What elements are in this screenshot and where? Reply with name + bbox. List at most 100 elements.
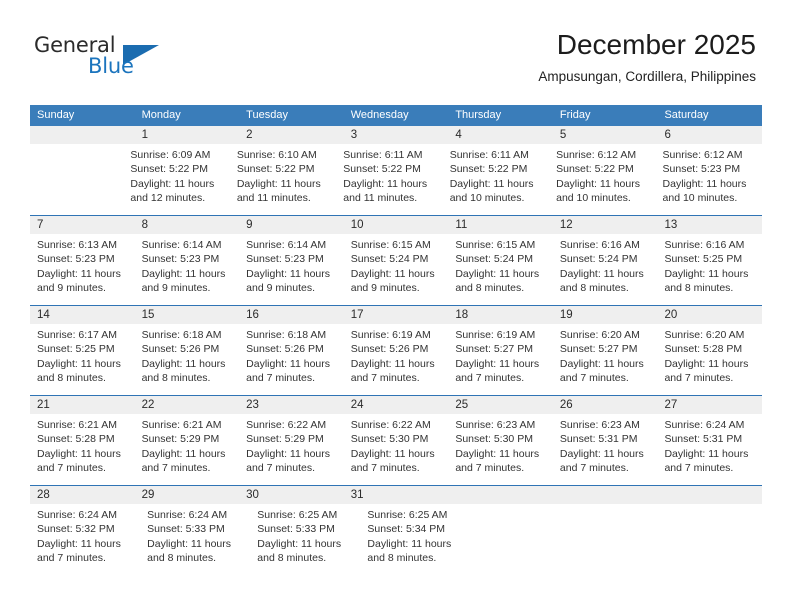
general-blue-logo[interactable]: General Blue: [34, 33, 164, 83]
day-number-20[interactable]: 20: [657, 306, 762, 324]
day-number-14[interactable]: 14: [30, 306, 135, 324]
day-detail-line: Daylight: 11 hours: [350, 357, 435, 370]
day-detail-line: Sunrise: 6:14 AM: [141, 239, 222, 251]
day-cell-9[interactable]: Sunrise: 6:14 AM Sunset: 5:23 PM Daylight:…: [239, 234, 344, 305]
day-cell-22[interactable]: Sunrise: 6:21 AM Sunset: 5:29 PM Daylight:…: [135, 414, 240, 485]
day-detail-line: Sunset: 5:28 PM: [37, 433, 115, 446]
day-cell-17[interactable]: Sunrise: 6:19 AM Sunset: 5:26 PM Daylight:…: [344, 324, 449, 395]
day-detail-line: Daylight: 11 hours: [246, 267, 331, 280]
day-number-12[interactable]: 12: [553, 216, 658, 234]
day-cell-5[interactable]: Sunrise: 6:12 AM Sunset: 5:22 PM Daylight:…: [549, 144, 655, 215]
day-cell-2[interactable]: Sunrise: 6:10 AM Sunset: 5:22 PM Daylight:…: [230, 144, 336, 215]
day-number-26[interactable]: 26: [553, 396, 658, 414]
day-number-30[interactable]: 30: [239, 486, 344, 504]
day-detail-line: Sunrise: 6:18 AM: [141, 329, 222, 341]
day-detail-line: Sunset: 5:29 PM: [141, 433, 220, 446]
page-title: December 2025: [556, 29, 756, 60]
day-number-11[interactable]: 11: [448, 216, 553, 234]
day-detail-line: Daylight: 11 hours: [350, 267, 435, 280]
day-detail-line: and 7 minutes.: [455, 461, 525, 474]
day-detail-line: Daylight: 11 hours: [559, 447, 644, 460]
day-cell-8[interactable]: Sunrise: 6:14 AM Sunset: 5:23 PM Daylight:…: [135, 234, 240, 305]
day-detail-line: Sunset: 5:33 PM: [257, 523, 335, 536]
day-number-8[interactable]: 8: [135, 216, 240, 234]
day-number-2[interactable]: 2: [239, 126, 344, 144]
day-detail-line: and 7 minutes.: [664, 461, 734, 474]
day-number-29[interactable]: 29: [135, 486, 240, 504]
day-number-31[interactable]: 31: [344, 486, 449, 504]
day-cell-28[interactable]: Sunrise: 6:24 AM Sunset: 5:32 PM Daylight:…: [30, 504, 140, 575]
day-detail-line: Sunrise: 6:17 AM: [37, 329, 117, 341]
day-detail-line: Sunset: 5:23 PM: [37, 253, 115, 266]
day-cell-26[interactable]: Sunrise: 6:23 AM Sunset: 5:31 PM Daylight:…: [553, 414, 658, 485]
day-number-23[interactable]: 23: [239, 396, 344, 414]
day-cell-15[interactable]: Sunrise: 6:18 AM Sunset: 5:26 PM Daylight:…: [135, 324, 240, 395]
day-number-15[interactable]: 15: [135, 306, 240, 324]
day-number-5[interactable]: 5: [553, 126, 658, 144]
day-number-4[interactable]: 4: [448, 126, 553, 144]
day-cell-11[interactable]: Sunrise: 6:15 AM Sunset: 5:24 PM Daylight:…: [448, 234, 553, 305]
weekday-header-monday: Monday: [141, 109, 181, 121]
day-cell-21[interactable]: Sunrise: 6:21 AM Sunset: 5:28 PM Daylight:…: [30, 414, 135, 485]
day-cell-23[interactable]: Sunrise: 6:22 AM Sunset: 5:29 PM Daylight:…: [239, 414, 344, 485]
day-detail-line: Sunrise: 6:23 AM: [559, 419, 640, 431]
day-number-19[interactable]: 19: [553, 306, 658, 324]
day-cell-16[interactable]: Sunrise: 6:18 AM Sunset: 5:26 PM Daylight:…: [239, 324, 344, 395]
day-detail-line: Sunrise: 6:11 AM: [343, 149, 423, 161]
day-cell-12[interactable]: Sunrise: 6:16 AM Sunset: 5:24 PM Daylight:…: [553, 234, 658, 305]
day-number-25[interactable]: 25: [448, 396, 553, 414]
day-cell-18[interactable]: Sunrise: 6:19 AM Sunset: 5:27 PM Daylight:…: [448, 324, 553, 395]
day-cell-6[interactable]: Sunrise: 6:12 AM Sunset: 5:23 PM Daylight:…: [656, 144, 762, 215]
day-number-21[interactable]: 21: [30, 396, 135, 414]
day-detail-line: Daylight: 11 hours: [664, 447, 749, 460]
day-detail-line: and 10 minutes.: [662, 191, 738, 204]
day-number-28[interactable]: 28: [30, 486, 135, 504]
day-detail-line: and 7 minutes.: [37, 461, 106, 474]
day-number-13[interactable]: 13: [657, 216, 762, 234]
calendar-weeks: 1 2 3 4 5 6 Sunrise: 6:09 AM Sunset: 5:22 PM Day…: [30, 126, 762, 575]
day-detail-line: Sunrise: 6:14 AM: [246, 239, 327, 251]
day-number-27[interactable]: 27: [657, 396, 762, 414]
day-cell-27[interactable]: Sunrise: 6:24 AM Sunset: 5:31 PM Daylight:…: [657, 414, 762, 485]
day-cell-20[interactable]: Sunrise: 6:20 AM Sunset: 5:28 PM Daylight:…: [657, 324, 762, 395]
location-subtitle: Ampusungan, Cordillera, Philippines: [538, 69, 756, 84]
day-detail-line: Sunrise: 6:16 AM: [664, 239, 745, 251]
day-detail-line: Daylight: 11 hours: [449, 177, 534, 190]
day-number-9[interactable]: 9: [239, 216, 344, 234]
day-number-10[interactable]: 10: [344, 216, 449, 234]
day-number-16[interactable]: 16: [239, 306, 344, 324]
day-cell-7[interactable]: Sunrise: 6:13 AM Sunset: 5:23 PM Daylight:…: [30, 234, 135, 305]
day-number-22[interactable]: 22: [135, 396, 240, 414]
day-number-6[interactable]: 6: [657, 126, 762, 144]
day-number-1[interactable]: 1: [135, 126, 240, 144]
day-number-17[interactable]: 17: [344, 306, 449, 324]
day-cell-10[interactable]: Sunrise: 6:15 AM Sunset: 5:24 PM Daylight:…: [344, 234, 449, 305]
day-cell-30[interactable]: Sunrise: 6:25 AM Sunset: 5:33 PM Daylight:…: [250, 504, 360, 575]
day-number-24[interactable]: 24: [344, 396, 449, 414]
day-detail-line: Daylight: 11 hours: [455, 357, 540, 370]
day-detail-line: Daylight: 11 hours: [455, 447, 540, 460]
day-detail-line: and 8 minutes.: [37, 371, 106, 384]
day-cell-3[interactable]: Sunrise: 6:11 AM Sunset: 5:22 PM Daylight:…: [336, 144, 442, 215]
day-cell-13[interactable]: Sunrise: 6:16 AM Sunset: 5:25 PM Daylight:…: [657, 234, 762, 305]
day-cell-14[interactable]: Sunrise: 6:17 AM Sunset: 5:25 PM Daylight:…: [30, 324, 135, 395]
day-cell-29[interactable]: Sunrise: 6:24 AM Sunset: 5:33 PM Daylight:…: [140, 504, 250, 575]
day-cell-25[interactable]: Sunrise: 6:23 AM Sunset: 5:30 PM Daylight:…: [448, 414, 553, 485]
weekday-header-saturday: Saturday: [664, 109, 709, 121]
day-detail-line: Sunset: 5:22 PM: [449, 163, 528, 176]
day-cell-19[interactable]: Sunrise: 6:20 AM Sunset: 5:27 PM Daylight:…: [553, 324, 658, 395]
day-cell-24[interactable]: Sunrise: 6:22 AM Sunset: 5:30 PM Daylight:…: [344, 414, 449, 485]
day-cell-empty: [471, 504, 568, 575]
day-number-3[interactable]: 3: [344, 126, 449, 144]
week-daynumber-band: 14 15 16 17 18 19 20: [30, 306, 762, 324]
day-detail-line: Sunrise: 6:23 AM: [455, 419, 536, 431]
day-number-18[interactable]: 18: [448, 306, 553, 324]
day-detail-line: Sunset: 5:22 PM: [236, 163, 315, 176]
day-detail-line: Sunrise: 6:13 AM: [37, 239, 117, 251]
day-number-7[interactable]: 7: [30, 216, 135, 234]
day-cell-1[interactable]: Sunrise: 6:09 AM Sunset: 5:22 PM Daylight:…: [123, 144, 229, 215]
day-cell-4[interactable]: Sunrise: 6:11 AM Sunset: 5:22 PM Daylight:…: [443, 144, 549, 215]
day-cell-31[interactable]: Sunrise: 6:25 AM Sunset: 5:34 PM Daylight:…: [360, 504, 470, 575]
calendar-week-row: 28 29 30 31 Sunrise: 6:24 AM Sunset: 5:32 PM D…: [30, 485, 762, 575]
day-detail-line: Sunrise: 6:09 AM: [130, 149, 211, 161]
